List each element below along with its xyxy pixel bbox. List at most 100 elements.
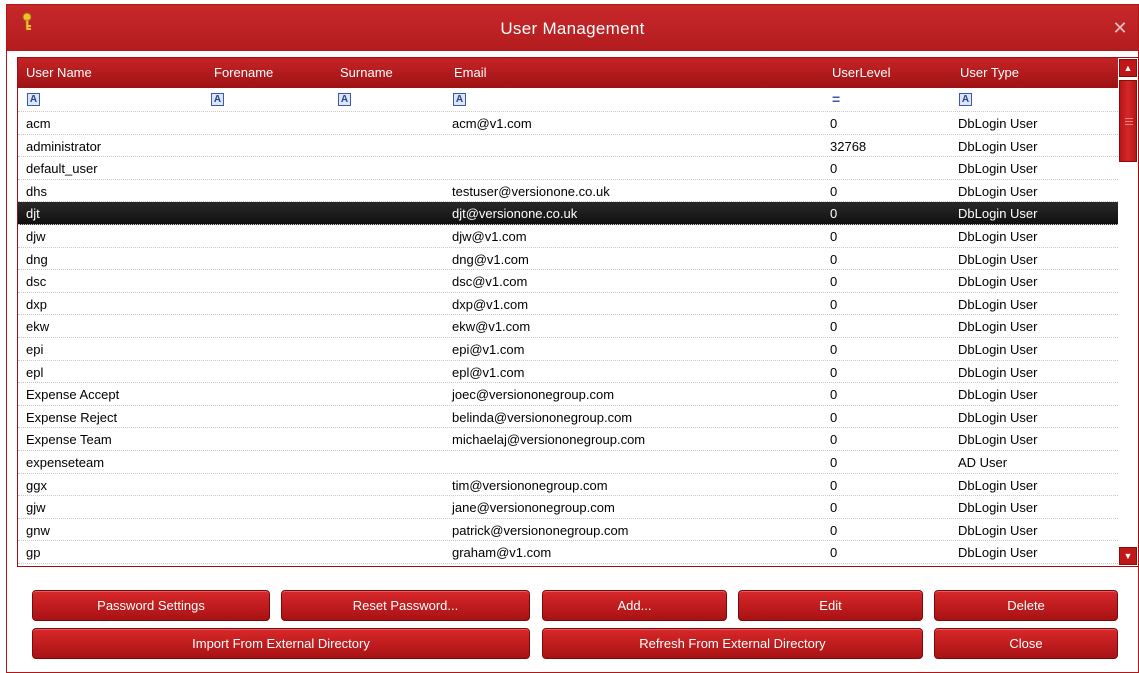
window-title: User Management [500,19,645,38]
cell-user-type: DbLogin User [958,409,1038,425]
cell-email: djw@v1.com [452,228,527,244]
cell-userlevel: 0 [830,432,838,448]
password-settings-button[interactable]: Password Settings [32,590,270,621]
cell-user-type: DbLogin User [958,522,1038,538]
close-icon[interactable]: ✕ [1112,19,1128,37]
cell-user-type: DbLogin User [958,364,1038,380]
text-filter-icon[interactable]: A [959,93,972,106]
table-row[interactable]: dng dng@v1.com 0 DbLogin User [18,248,1118,271]
cell-userlevel: 0 [830,477,838,493]
table-row[interactable]: expenseteam 0 AD User [18,451,1118,474]
add-button[interactable]: Add... [542,590,727,621]
cell-email: ekw@v1.com [452,319,531,335]
column-header-user-name[interactable]: User Name [26,65,92,80]
table-row[interactable]: dxp dxp@v1.com 0 DbLogin User [18,293,1118,316]
cell-user-type: DbLogin User [958,296,1038,312]
filter-row: A A A A = A [18,88,1118,112]
table-row[interactable]: default_user 0 DbLogin User [18,157,1118,180]
table-row[interactable]: Expense Accept joec@versiononegroup.com 0 D… [18,383,1118,406]
table-row[interactable]: epi epi@v1.com 0 DbLogin User [18,338,1118,361]
table-row[interactable]: Expense Reject belinda@versiononegroup.co… [18,406,1118,429]
cell-email: acm@v1.com [452,116,532,131]
cell-user-type: DbLogin User [958,251,1038,267]
cell-user-name: ekw [26,319,50,335]
cell-user-type: DbLogin User [958,161,1038,177]
scroll-up-button[interactable]: ▲ [1119,59,1137,77]
table-row[interactable]: gjw jane@versiononegroup.com 0 DbLogin User [18,496,1118,519]
cell-user-type: DbLogin User [958,228,1038,244]
cell-userlevel: 0 [830,116,838,131]
table-row[interactable]: dsc dsc@v1.com 0 DbLogin User [18,270,1118,293]
column-header-forename[interactable]: Forename [214,65,273,80]
cell-userlevel: 0 [830,274,838,290]
cell-user-name: expenseteam [26,454,105,470]
cell-email: joec@versiononegroup.com [452,387,615,403]
cell-email: graham@v1.com [452,545,552,561]
cell-email: jane@versiononegroup.com [452,500,615,516]
title-bar[interactable]: User Management ✕ [7,5,1138,51]
user-management-window: User Management ✕ User Name Forename Sur… [6,4,1139,673]
cell-email: tim@versiononegroup.com [452,477,608,493]
table-row[interactable]: acm acm@v1.com 0 DbLogin User [18,112,1118,135]
grip-line [1125,118,1133,119]
cell-user-name: gnw [26,522,50,538]
table-row[interactable]: epl epl@v1.com 0 DbLogin User [18,361,1118,384]
cell-user-name: epl [26,364,44,380]
table-row[interactable]: administrator 32768 DbLogin User [18,135,1118,158]
table-row[interactable]: gp graham@v1.com 0 DbLogin User [18,541,1118,564]
text-filter-icon[interactable]: A [338,93,351,106]
cell-userlevel: 0 [830,228,838,244]
cell-user-type: DbLogin User [958,183,1038,199]
cell-user-name: dhs [26,183,47,199]
cell-user-type: DbLogin User [958,274,1038,290]
table-row[interactable]: Expense Team michaelaj@versiononegroup.co… [18,428,1118,451]
cell-userlevel: 0 [830,409,838,425]
cell-userlevel: 0 [830,341,838,357]
cell-email: djt@versionone.co.uk [452,206,578,222]
cell-user-type: DbLogin User [958,138,1038,154]
cell-email: epi@v1.com [452,341,525,357]
cell-email: epl@v1.com [452,364,525,380]
table-row[interactable]: gnw patrick@versiononegroup.com 0 DbLogin U… [18,519,1118,542]
delete-button[interactable]: Delete [934,590,1118,621]
cell-userlevel: 0 [830,251,838,267]
column-header-email[interactable]: Email [454,65,487,80]
cell-user-type: DbLogin User [958,341,1038,357]
cell-user-name: dsc [26,274,47,290]
close-button[interactable]: Close [934,628,1118,659]
text-filter-icon[interactable]: A [211,93,224,106]
table-row[interactable]: ekw ekw@v1.com 0 DbLogin User [18,315,1118,338]
refresh-from-external-directory-button[interactable]: Refresh From External Directory [542,628,923,659]
table-row[interactable]: ggx tim@versiononegroup.com 0 DbLogin User [18,474,1118,497]
text-filter-icon[interactable]: A [453,93,466,106]
cell-email: patrick@versiononegroup.com [452,522,629,538]
vertical-scrollbar[interactable]: ▲ ▼ [1118,58,1138,566]
equals-filter-icon[interactable]: = [832,91,840,107]
import-from-external-directory-button[interactable]: Import From External Directory [32,628,530,659]
cell-userlevel: 0 [830,364,838,380]
column-header-surname[interactable]: Surname [340,65,393,80]
column-header-userlevel[interactable]: UserLevel [832,65,891,80]
table-row[interactable]: djt djt@versionone.co.uk 0 DbLogin User [18,202,1118,225]
table-row[interactable]: dhs testuser@versionone.co.uk 0 DbLogin Use… [18,180,1118,203]
scroll-down-button[interactable]: ▼ [1119,547,1137,565]
column-header-user-type[interactable]: User Type [960,65,1019,80]
cell-user-type: DbLogin User [958,387,1038,403]
edit-button[interactable]: Edit [738,590,923,621]
cell-user-name: Expense Reject [26,409,118,425]
cell-user-name: administrator [26,138,102,154]
cell-email: dsc@v1.com [452,274,528,290]
cell-email: belinda@versiononegroup.com [452,409,633,425]
text-filter-icon[interactable]: A [27,93,40,106]
cell-user-name: gjw [26,500,46,516]
cell-userlevel: 0 [830,500,838,516]
cell-email: dng@v1.com [452,251,529,267]
cell-user-name: gp [26,545,41,561]
scroll-thumb[interactable] [1119,80,1137,162]
grid-rows: acm acm@v1.com 0 DbLogin User administrator 3… [18,112,1118,564]
cell-userlevel: 0 [830,387,838,403]
cell-userlevel: 0 [830,454,838,470]
table-row[interactable]: djw djw@v1.com 0 DbLogin User [18,225,1118,248]
cell-email: michaelaj@versiononegroup.com [452,432,646,448]
reset-password-button[interactable]: Reset Password... [281,590,530,621]
